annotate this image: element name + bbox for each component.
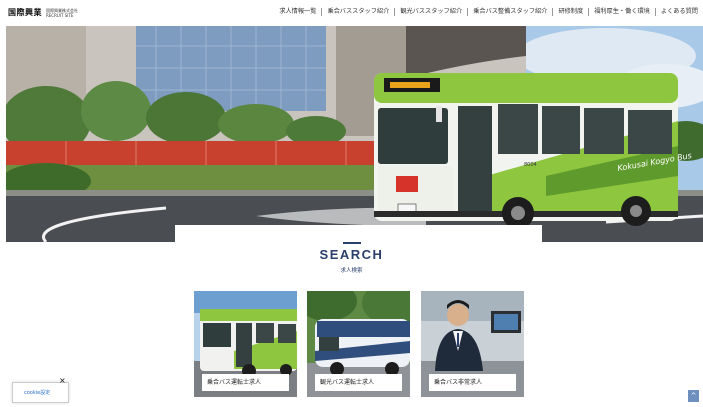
logo-line-2: RECRUIT SITE (46, 12, 74, 18)
job-card-tour-bus-driver[interactable]: 観光バス運転士求人 (307, 291, 410, 397)
site-logo[interactable]: 国際興業 国際興業株式会社 RECRUIT SITE (8, 7, 78, 18)
section-subtitle: 求人検索 (340, 268, 363, 274)
job-card-label: 乗合バス非常求人 (429, 374, 516, 391)
logo-subtext: 国際興業株式会社 RECRUIT SITE (46, 8, 78, 18)
back-to-top-button[interactable]: ^ (688, 390, 699, 402)
job-card-route-bus-parttime[interactable]: 乗合バス非常求人 (421, 291, 524, 397)
cookie-settings-link[interactable]: cookie設定 (24, 389, 50, 396)
nav-item-faq[interactable]: よくある質問 (654, 8, 703, 16)
section-title-line (343, 242, 361, 244)
hero-image: Kokusai Kogyo Bus 8004 (6, 26, 703, 242)
cookie-settings-box: cookie設定 (12, 382, 69, 403)
nav-item-benefits[interactable]: 福利厚生・働く環境 (588, 8, 655, 16)
bus-number: 8004 (524, 162, 537, 168)
hero-illustration: Kokusai Kogyo Bus 8004 (6, 26, 703, 242)
job-card-label: 観光バス運転士求人 (315, 374, 402, 391)
chevron-up-icon: ^ (690, 392, 697, 400)
global-nav: 求人情報一覧 乗合バススタッフ紹介 観光バススタッフ紹介 乗合バス整備スタッフ紹… (274, 8, 703, 16)
nav-item-training[interactable]: 研修制度 (552, 8, 588, 16)
logo-mark: 国際興業 (8, 7, 42, 17)
nav-item-maintenance-staff[interactable]: 乗合バス整備スタッフ紹介 (467, 8, 552, 16)
nav-item-route-bus-staff[interactable]: 乗合バススタッフ紹介 (321, 8, 394, 16)
section-title: SEARCH (319, 247, 384, 262)
nav-item-job-list[interactable]: 求人情報一覧 (274, 8, 321, 16)
job-card-route-bus-driver[interactable]: 乗合バス運転士求人 (194, 291, 297, 397)
nav-item-tour-bus-staff[interactable]: 観光バススタッフ紹介 (394, 8, 467, 16)
job-card-label: 乗合バス運転士求人 (202, 374, 289, 391)
site-header: 国際興業 国際興業株式会社 RECRUIT SITE 求人情報一覧 乗合バススタ… (0, 0, 703, 26)
close-icon[interactable]: × (59, 377, 66, 385)
